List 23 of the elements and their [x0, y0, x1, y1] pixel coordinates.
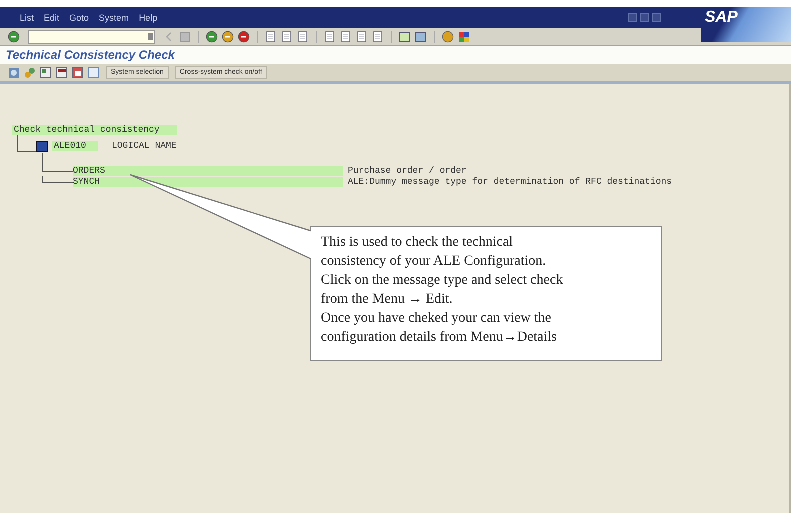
menu-item[interactable]: Help [139, 12, 158, 22]
node-description: ALE:Dummy message type for determination of RFC destinations [348, 176, 672, 186]
tree-node[interactable]: ORDERS [73, 166, 343, 176]
menu-item[interactable]: List [20, 12, 34, 22]
exit-icon[interactable] [222, 30, 234, 42]
menu-item[interactable]: Goto [70, 12, 90, 22]
tree-node[interactable]: ALE010 [52, 141, 98, 151]
enter-icon[interactable] [8, 30, 20, 42]
cancel-icon[interactable] [238, 30, 250, 42]
tree-line [42, 153, 73, 172]
node-description: LOGICAL NAME [112, 141, 177, 151]
command-field[interactable] [28, 30, 155, 44]
folder-icon[interactable] [36, 140, 48, 152]
back-icon[interactable] [206, 30, 218, 42]
node-description: Purchase order / order [348, 166, 467, 176]
screen-title: Technical Consistency Check [6, 48, 175, 62]
tree-node[interactable]: SYNCH [73, 176, 343, 186]
menu-item[interactable]: Edit [44, 12, 60, 22]
callout-box: This is used to check the technical consistency of your ALE Configuration. Click on the message type and select check from the Menu → Edit. Once you have cheked your can view the configuration details from Menu→Details [310, 226, 662, 361]
sap-logo: SAP [701, 7, 791, 42]
dropdown-icon[interactable] [147, 32, 154, 41]
menu-item[interactable]: System [99, 12, 130, 22]
tree-node[interactable]: Check technical consistency [12, 124, 177, 134]
